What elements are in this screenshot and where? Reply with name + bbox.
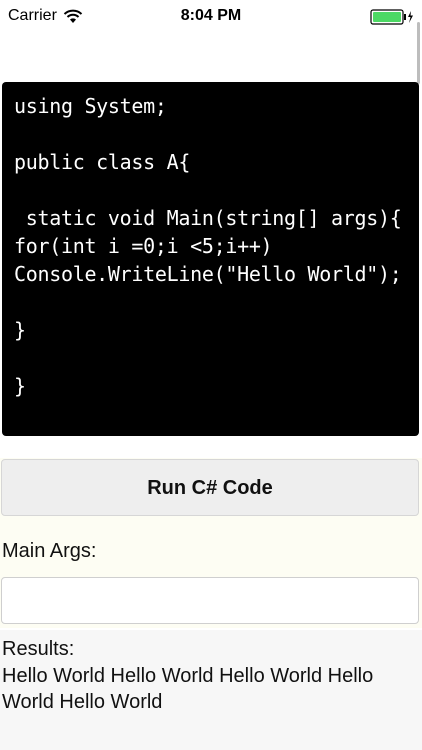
status-time: 8:04 PM — [180, 7, 242, 24]
main-args-label: Main Args: — [2, 540, 97, 562]
results-label: Results: — [2, 638, 75, 660]
run-code-button[interactable]: Run C# Code — [1, 459, 419, 516]
app-screen: Carrier 8:04 PM using System; public cla… — [0, 0, 422, 750]
code-editor[interactable]: using System; public class A{ static voi… — [2, 82, 419, 436]
results-output: Hello World Hello World Hello World Hell… — [2, 665, 374, 713]
battery-icon — [370, 9, 413, 25]
scroll-indicator — [417, 22, 420, 84]
status-bar: Carrier 8:04 PM — [0, 0, 422, 84]
main-args-input[interactable] — [1, 577, 419, 624]
